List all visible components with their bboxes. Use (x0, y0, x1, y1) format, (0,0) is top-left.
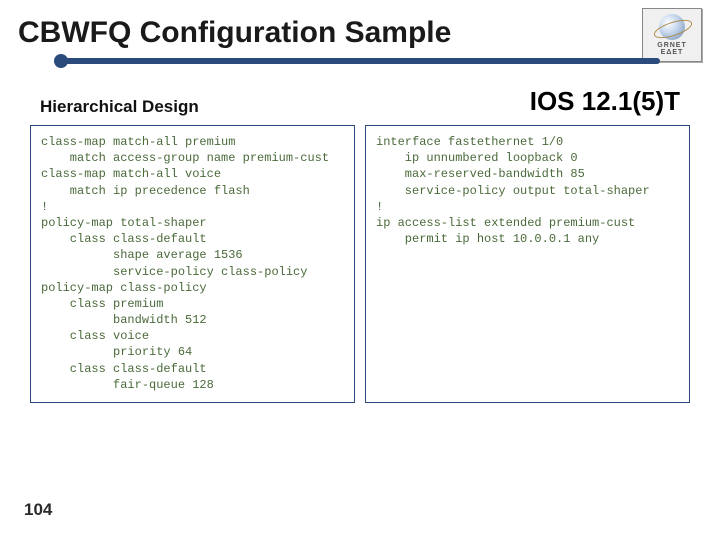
subheader-left: Hierarchical Design (40, 97, 199, 117)
grnet-logo: GRNET ΕΔΕΤ (642, 8, 702, 62)
code-columns: class-map match-all premium match access… (0, 125, 720, 403)
subheader-row: Hierarchical Design IOS 12.1(5)T (0, 82, 720, 125)
logo-text-1: GRNET (657, 42, 687, 49)
subheader-right: IOS 12.1(5)T (530, 86, 680, 117)
globe-icon (659, 14, 685, 40)
code-box-left: class-map match-all premium match access… (30, 125, 355, 403)
code-box-right: interface fastethernet 1/0 ip unnumbered… (365, 125, 690, 403)
page-number: 104 (24, 500, 52, 520)
slide-title: CBWFQ Configuration Sample (0, 0, 720, 58)
title-divider (0, 58, 720, 72)
logo-text-2: ΕΔΕΤ (661, 49, 684, 56)
